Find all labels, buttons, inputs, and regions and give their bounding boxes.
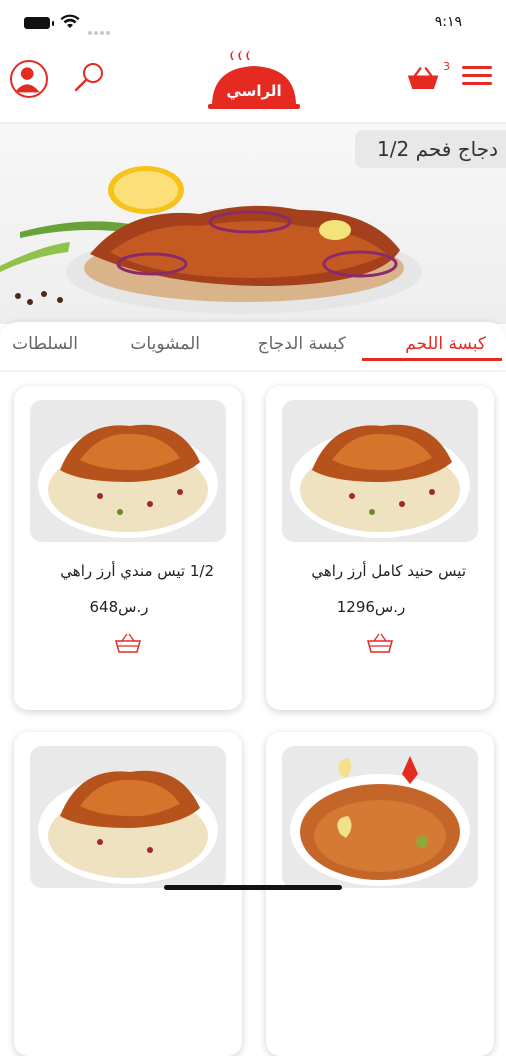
basket-icon[interactable] [366, 632, 394, 654]
product-price: 1296 [336, 598, 375, 616]
product-name: تيس حنيد كامل أرز راهي [311, 562, 466, 580]
menu-icon[interactable] [462, 66, 492, 90]
tabs-divider [0, 370, 506, 372]
hero-title: 1/2 دجاج فحم [355, 130, 506, 168]
signal-icon [88, 20, 112, 39]
product-card[interactable]: تيس حنيد كامل أرز راهي ر.س1296 [266, 386, 494, 710]
tab-meat-kabsa[interactable]: كبسة اللحم [405, 334, 486, 354]
tab-chicken-kabsa[interactable]: كبسة الدجاج [258, 334, 346, 354]
logo-icon[interactable]: الراسي [208, 50, 300, 110]
cart-count: 3 [443, 60, 450, 73]
product-price-row: ر.س1296 [266, 598, 494, 616]
battery-icon [24, 17, 54, 29]
product-image [282, 400, 478, 542]
product-card[interactable]: 1/2 تيس مندي أرز راهي ر.س648 [14, 386, 242, 710]
wifi-icon [60, 14, 80, 28]
profile-icon[interactable] [10, 60, 48, 98]
product-card[interactable] [266, 732, 494, 1056]
home-indicator [164, 885, 342, 890]
category-tabs: كبسة اللحم كبسة الدجاج المشويات السلطات [0, 322, 506, 370]
status-bar: ٩:١٩ [0, 0, 506, 44]
product-image [282, 746, 478, 888]
product-image [30, 746, 226, 888]
active-tab-indicator [362, 358, 502, 361]
logo-text: الراسي [226, 82, 281, 100]
tab-salads[interactable]: السلطات [12, 334, 78, 354]
cart-icon[interactable]: 3 [406, 60, 450, 94]
hero-banner[interactable]: 1/2 دجاج فحم [0, 124, 506, 324]
product-card[interactable] [14, 732, 242, 1056]
product-image [30, 400, 226, 542]
product-price: 648 [89, 598, 119, 616]
product-name: 1/2 تيس مندي أرز راهي [60, 562, 214, 580]
status-time: ٩:١٩ [434, 14, 462, 30]
product-price-row: ر.س648 [14, 598, 242, 616]
basket-icon[interactable] [114, 632, 142, 654]
search-icon[interactable] [72, 60, 108, 96]
tab-grills[interactable]: المشويات [130, 334, 200, 354]
product-currency: ر.س [118, 598, 149, 616]
product-currency: ر.س [374, 598, 406, 616]
app-header: الراسي 3 [0, 44, 506, 124]
